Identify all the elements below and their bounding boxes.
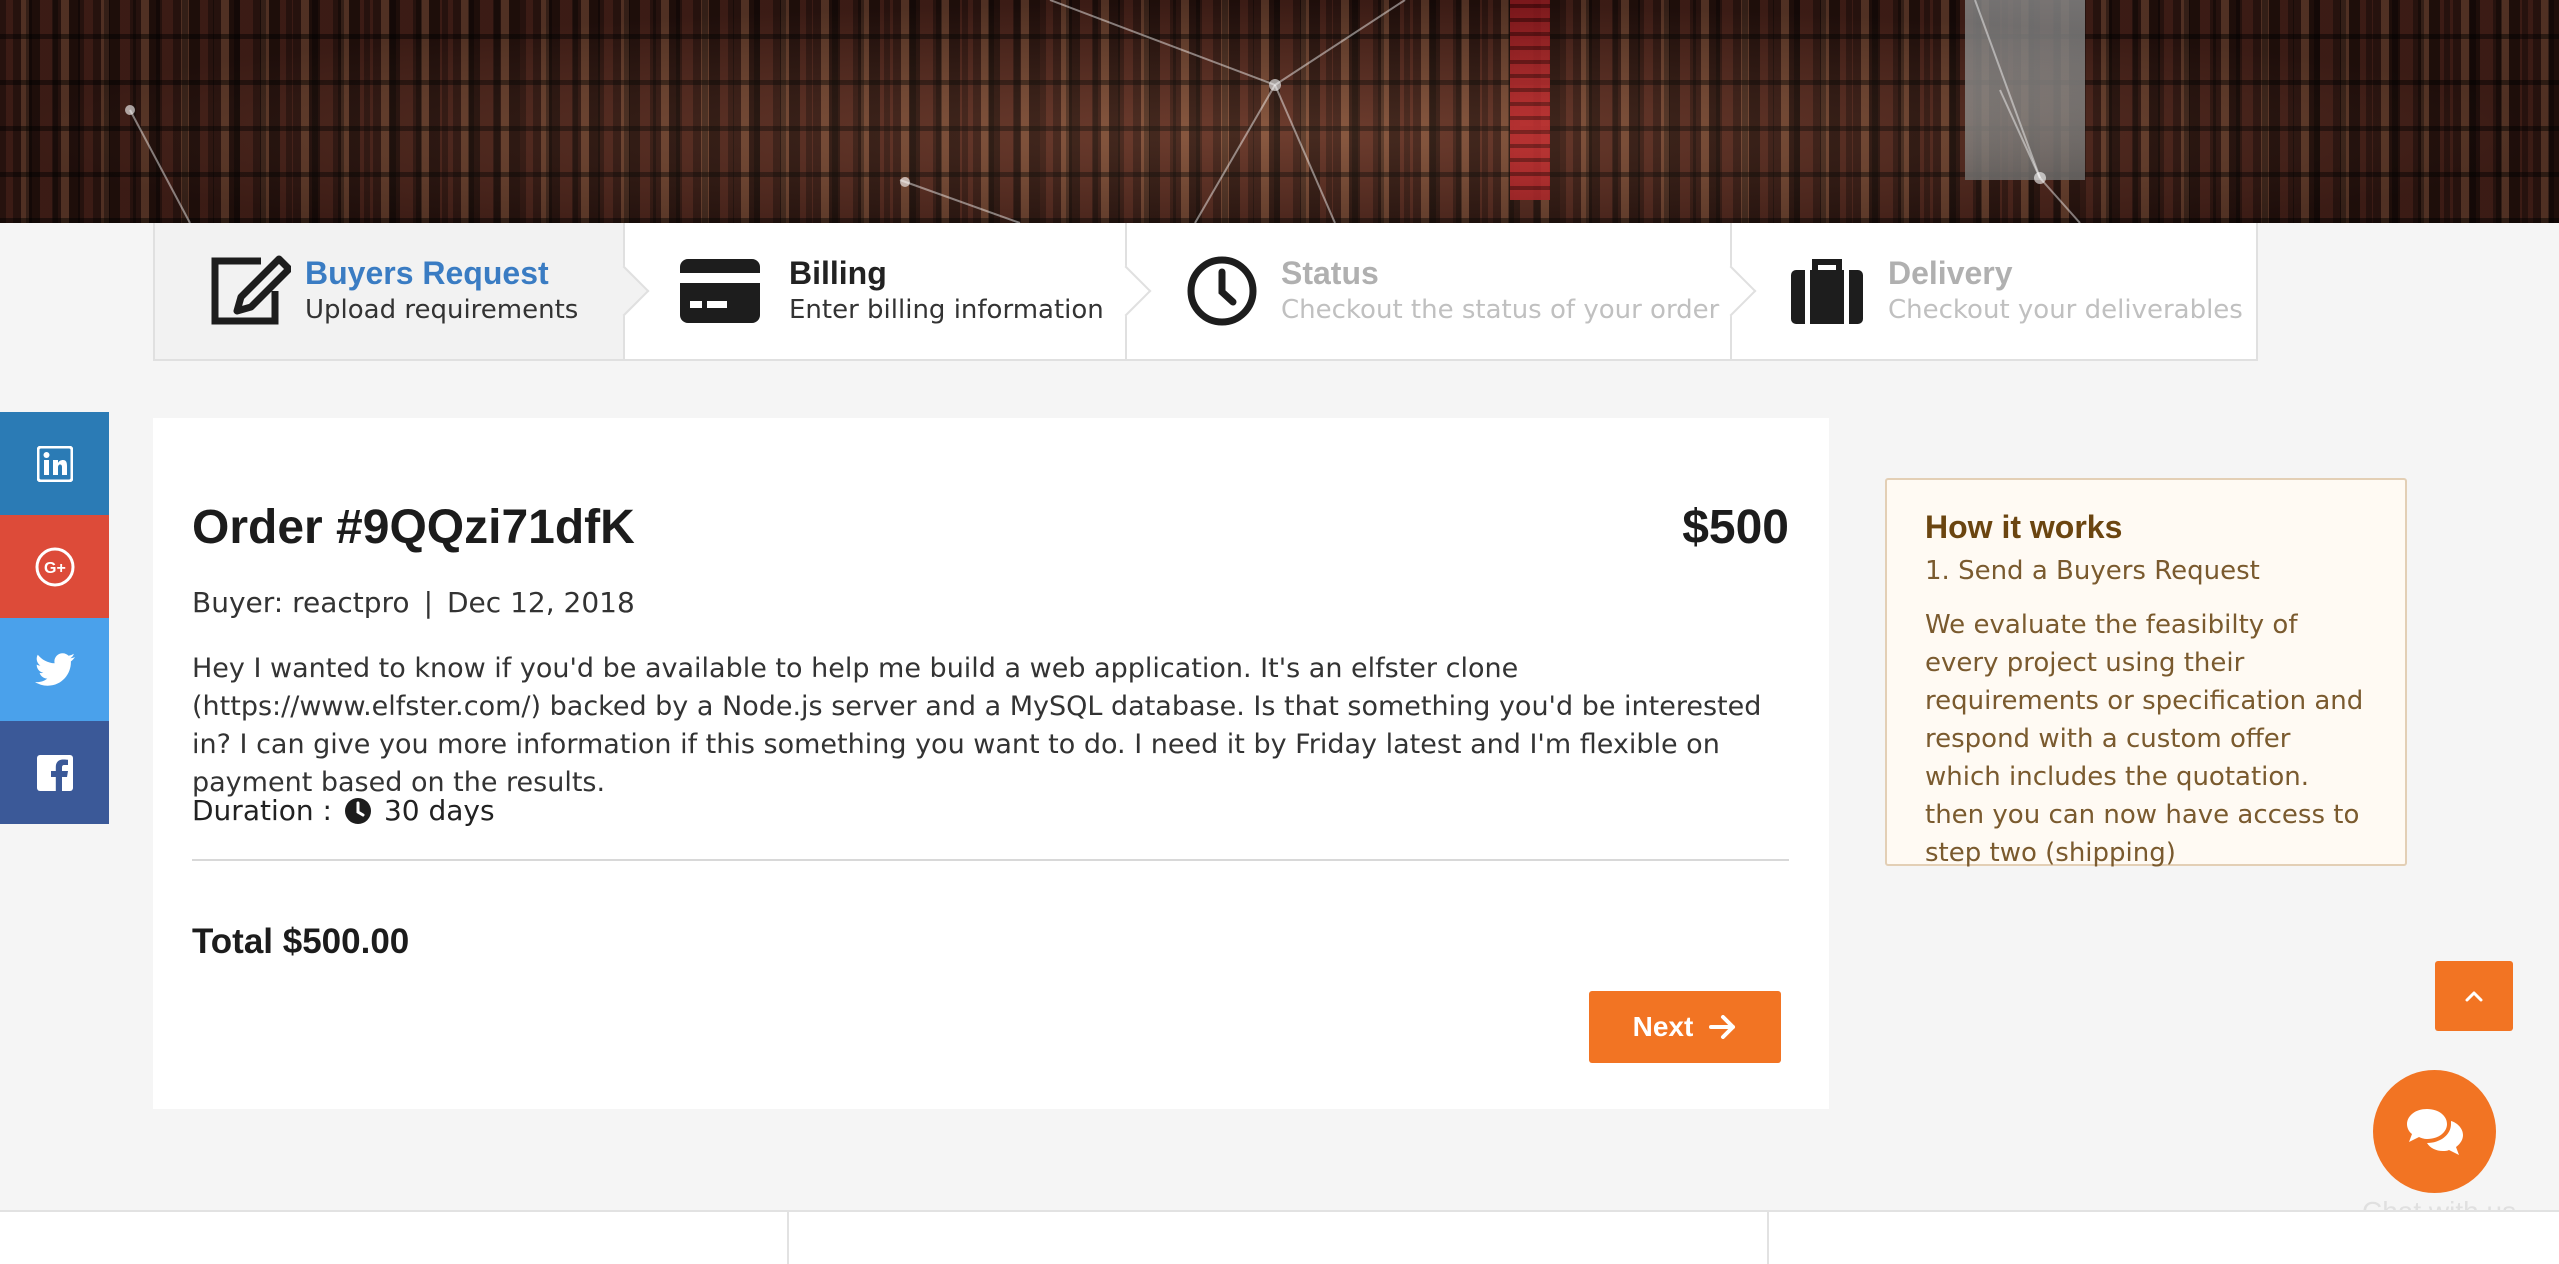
step-text: Delivery Checkout your deliverables [1888,254,2243,328]
step-subtitle: Enter billing information [789,295,1104,325]
order-price: $500 [1682,501,1789,554]
order-total: Total $500.00 [192,922,410,961]
banner-network-lines [125,0,2081,223]
chat-button[interactable] [2373,1070,2496,1193]
header-banner-image [0,0,2559,223]
meta-separator: | [423,586,433,619]
footer-divider [1767,1212,1769,1264]
step-title: Buyers Request [305,255,549,291]
step-title: Delivery [1888,255,2013,291]
step-delivery[interactable]: Delivery Checkout your deliverables [1732,223,2256,359]
how-it-works-text: We evaluate the feasibilty of every proj… [1925,610,2364,868]
next-button[interactable]: Next [1589,991,1781,1063]
step-title: Billing [789,255,887,291]
credit-card-icon [675,251,765,331]
step-billing[interactable]: Billing Enter billing information [625,223,1152,359]
step-subtitle: Upload requirements [305,295,579,325]
step-text: Status Checkout the status of your order [1281,254,1719,328]
arrow-right-icon [1709,1015,1736,1039]
step-status[interactable]: Status Checkout the status of your order [1127,223,1757,359]
linkedin-share-button[interactable] [0,412,109,515]
chevron-up-icon [2465,991,2483,1002]
edit-icon [205,251,295,331]
social-share-bar: G+ [0,412,109,824]
checkout-stepper: Buyers Request Upload requirements Billi… [153,223,2258,361]
step-buyers-request[interactable]: Buyers Request Upload requirements [155,223,650,359]
twitter-icon [34,652,75,686]
scroll-to-top-button[interactable] [2435,961,2513,1031]
next-button-label: Next [1632,1011,1694,1042]
footer-divider [787,1212,789,1264]
buyer-name: Buyer: reactpro [192,586,410,619]
order-date: Dec 12, 2018 [447,586,635,619]
order-duration: Duration : 30 days [192,794,495,827]
order-card: Order #9QQzi71dfK $500 Buyer: reactpro |… [153,418,1829,1109]
google-plus-share-button[interactable]: G+ [0,515,109,618]
svg-text:G+: G+ [44,560,66,577]
step-subtitle: Checkout your deliverables [1888,295,2243,325]
chat-bubbles-icon [2406,1108,2463,1155]
order-title: Order #9QQzi71dfK [192,501,635,554]
facebook-share-button[interactable] [0,721,109,824]
page: Buyers Request Upload requirements Billi… [0,0,2559,1264]
google-plus-icon: G+ [35,547,74,586]
twitter-share-button[interactable] [0,618,109,721]
how-it-works-step: 1. Send a Buyers Request [1925,556,2260,586]
step-text: Buyers Request Upload requirements [305,254,578,328]
footer-strip [0,1210,2559,1264]
briefcase-icon [1782,251,1872,331]
how-it-works-title: How it works [1925,509,2123,545]
step-title: Status [1281,255,1379,291]
duration-value: 30 days [383,794,495,827]
order-description: Hey I wanted to know if you'd be availab… [192,653,1762,798]
clock-icon [1177,251,1267,331]
facebook-icon [36,754,73,791]
step-text: Billing Enter billing information [789,254,1104,328]
linkedin-icon [36,445,73,482]
clock-icon [344,797,371,824]
card-divider [192,859,1789,861]
order-meta: Buyer: reactpro | Dec 12, 2018 [192,586,635,619]
how-it-works-panel: How it works 1. Send a Buyers Request We… [1885,478,2407,868]
step-subtitle: Checkout the status of your order [1281,295,1720,325]
duration-label: Duration : [192,794,332,827]
